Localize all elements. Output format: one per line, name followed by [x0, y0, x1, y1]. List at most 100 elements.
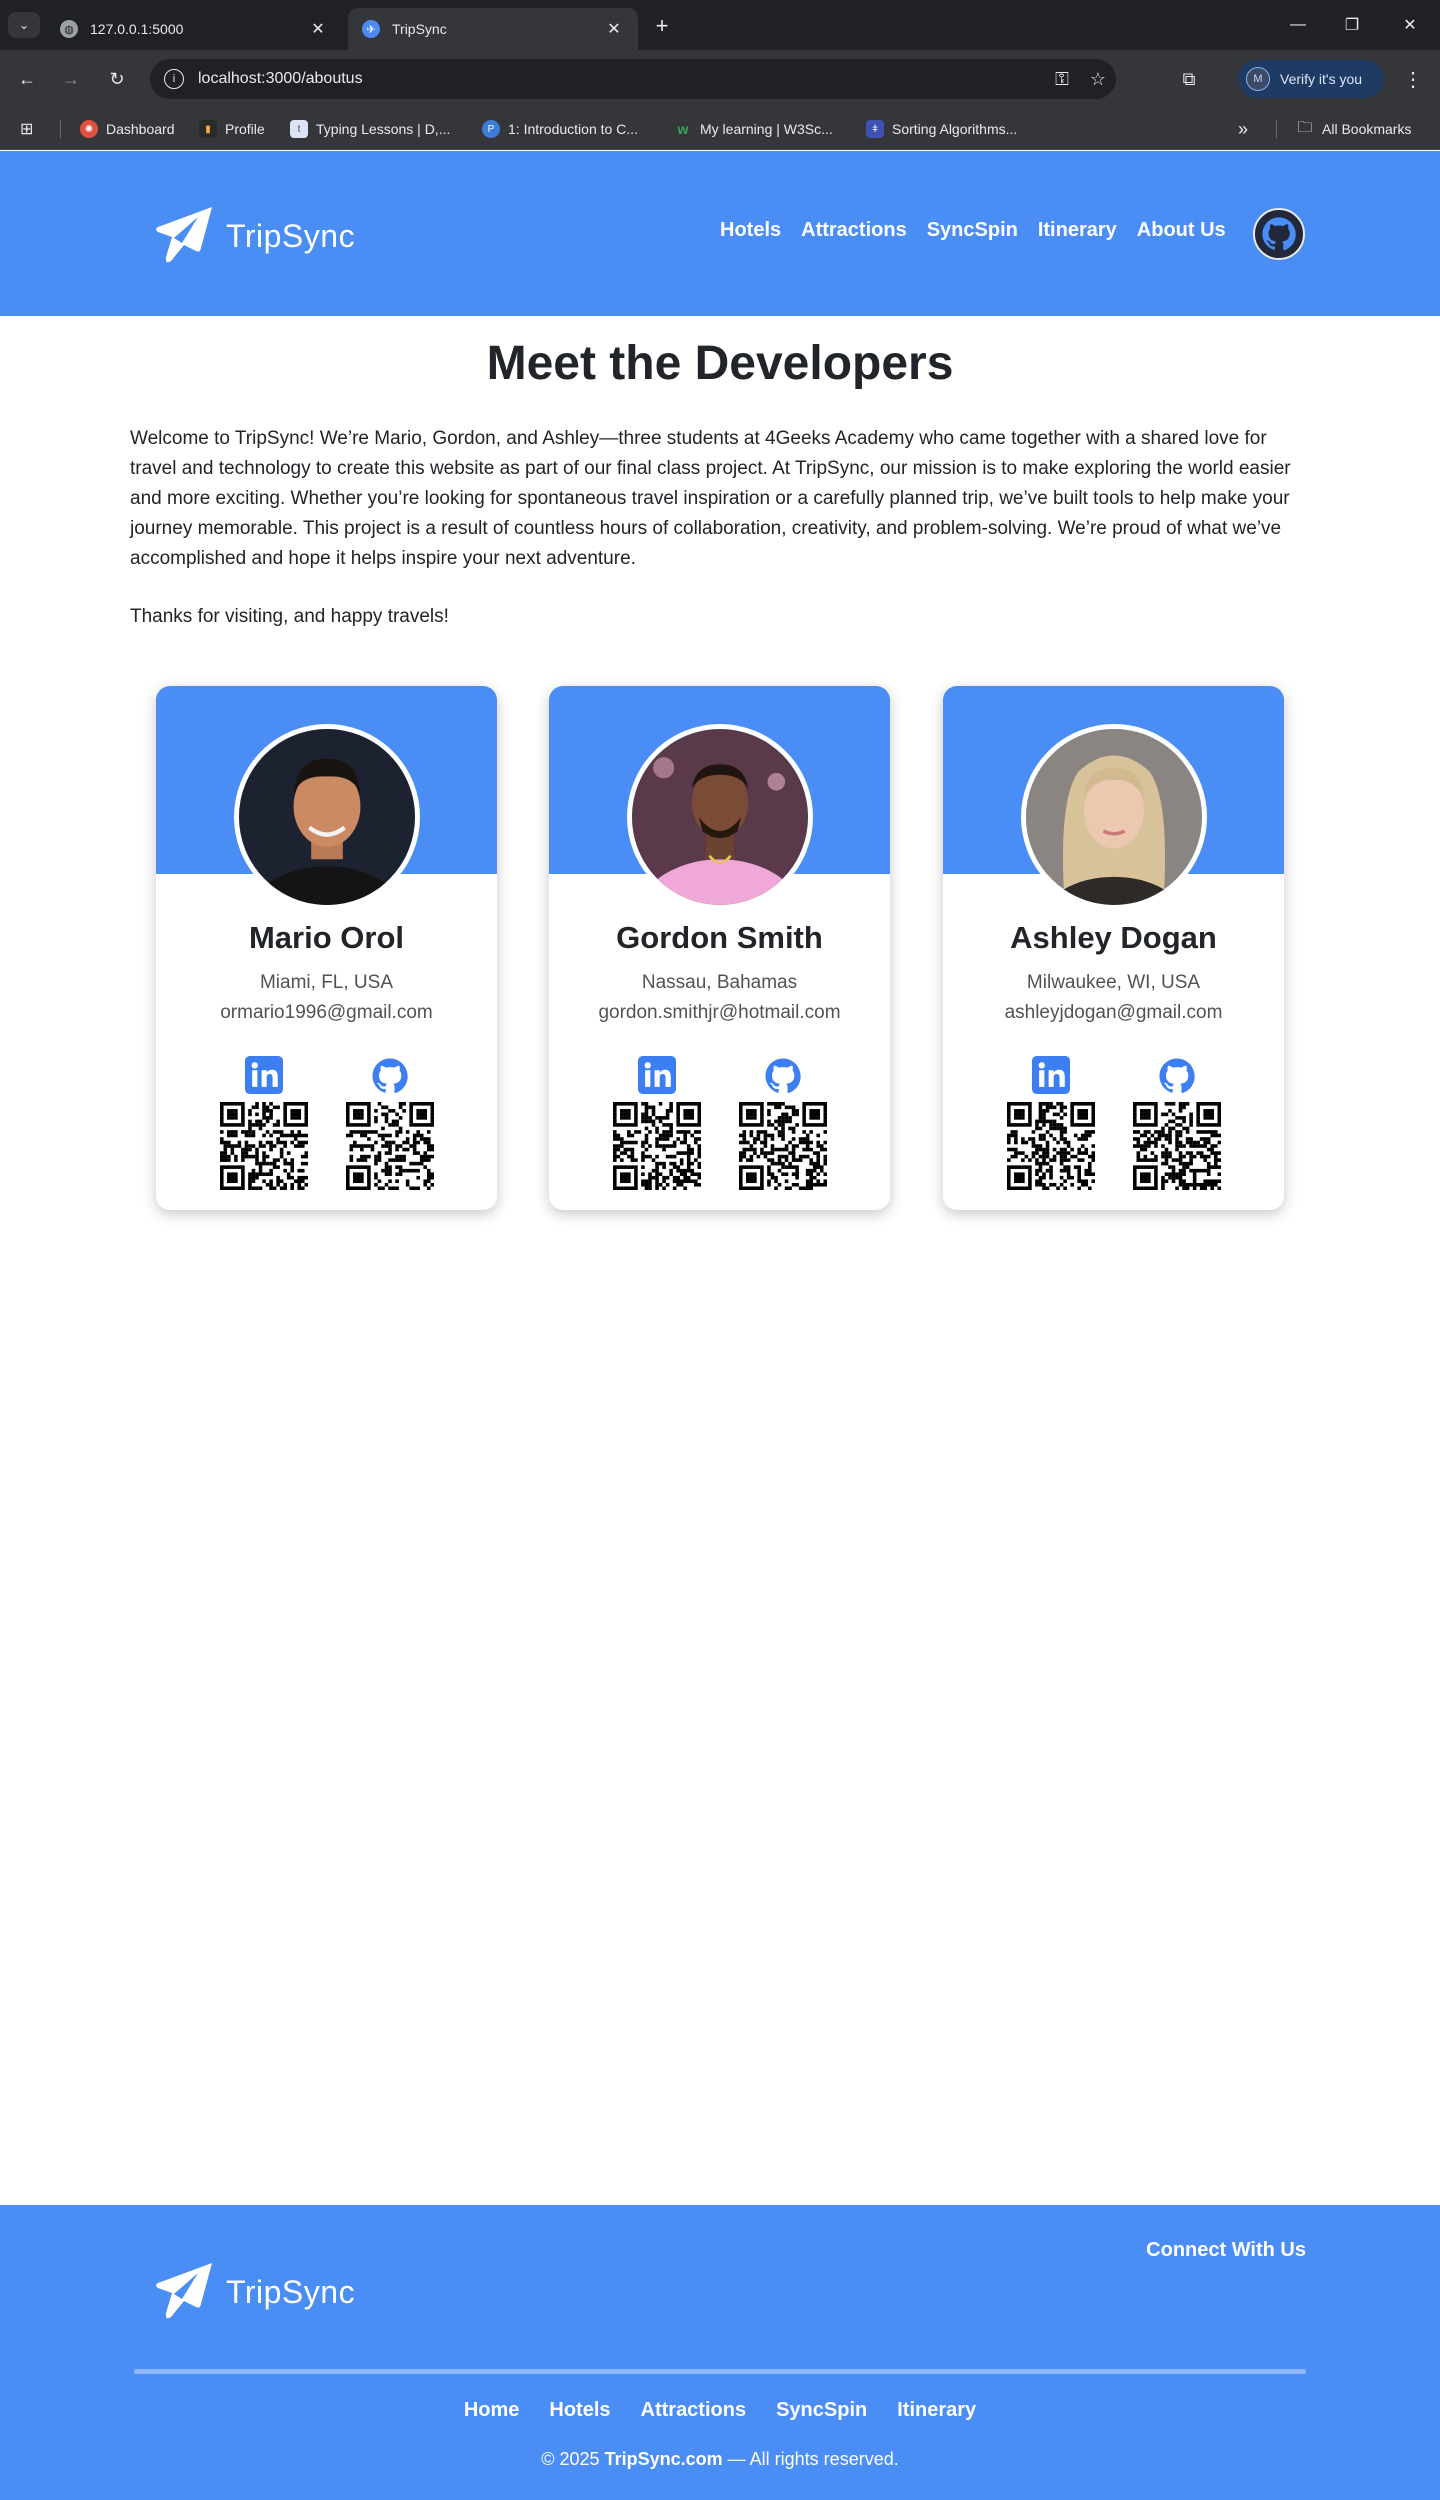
bookmark-item[interactable]: ▮ Profile [199, 119, 265, 139]
intro-paragraph: Welcome to TripSync! We’re Mario, Gordon… [130, 428, 1291, 569]
forward-icon[interactable]: → [56, 64, 86, 94]
more-bookmarks-icon[interactable]: » [1238, 119, 1248, 139]
nav-attractions[interactable]: Attractions [801, 219, 907, 242]
tripsync-favicon-icon: ✈ [362, 20, 380, 38]
bookmark-item[interactable]: P 1: Introduction to C... [482, 119, 638, 139]
developer-card-gordon: Gordon Smith Nassau, Bahamas gordon.smit… [549, 686, 890, 1210]
developer-name: Mario Orol [248, 920, 404, 955]
linkedin-icon[interactable] [638, 1056, 676, 1094]
close-icon[interactable]: ✕ [308, 19, 328, 39]
tab-search-button[interactable]: ⌄ [8, 12, 40, 38]
browser-tab-bar: ⌄ ◍ 127.0.0.1:5000 ✕ ✈ TripSync ✕ + — ❐ … [0, 0, 1440, 50]
tripsync-logo[interactable]: TripSync [152, 2259, 355, 2325]
copyright-prefix: © 2025 [541, 2449, 600, 2469]
developer-name: Ashley Dogan [1010, 920, 1217, 955]
close-window-icon[interactable]: ✕ [1390, 10, 1430, 40]
divider [1276, 120, 1277, 138]
bookmark-item[interactable]: ✺ Dashboard [80, 119, 175, 139]
github-icon[interactable] [1157, 1056, 1197, 1096]
close-icon[interactable]: ✕ [604, 19, 624, 39]
bookmark-label: Dashboard [106, 121, 175, 137]
paper-plane-logo-icon [156, 207, 212, 263]
github-avatar-button[interactable] [1253, 208, 1305, 260]
sorting-icon: ǂ [866, 120, 884, 138]
footer-link-home[interactable]: Home [464, 2399, 520, 2422]
linkedin-icon[interactable] [1032, 1056, 1070, 1094]
all-bookmarks-label: All Bookmarks [1322, 121, 1412, 137]
w3schools-icon: w [677, 121, 689, 137]
divider [60, 120, 61, 138]
developer-email[interactable]: ormario1996@gmail.com [156, 1002, 497, 1024]
developer-location: Nassau, Bahamas [641, 972, 798, 993]
site-header: TripSync Hotels Attractions SyncSpin Iti… [0, 151, 1440, 316]
developer-photo [234, 724, 420, 910]
reload-icon[interactable]: ↻ [102, 64, 132, 94]
password-key-icon[interactable]: ⚿ [1044, 69, 1080, 90]
bookmark-item[interactable]: t Typing Lessons | D,... [290, 119, 450, 139]
dashboard-icon: ✺ [80, 120, 98, 138]
nav-syncspin[interactable]: SyncSpin [927, 219, 1018, 242]
developer-location: Miami, FL, USA [259, 972, 394, 993]
bookmark-item[interactable]: w My learning | W3Sc... [674, 119, 833, 139]
bookmark-label: My learning | W3Sc... [700, 121, 833, 137]
folder-icon: 🗀 [1297, 118, 1313, 136]
site-footer: TripSync Connect With Us Home Hotels Att… [0, 2205, 1440, 2500]
bookmark-label: 1: Introduction to C... [508, 121, 638, 137]
verify-profile-button[interactable]: M Verify it's you [1238, 60, 1384, 98]
browser-tab-active[interactable]: ✈ TripSync ✕ [348, 8, 638, 50]
footer-divider [134, 2369, 1306, 2374]
logo-text: TripSync [226, 217, 356, 254]
developer-email[interactable]: gordon.smithjr@hotmail.com [549, 1002, 890, 1024]
bookmark-star-icon[interactable]: ☆ [1080, 69, 1116, 90]
developer-photo [1021, 724, 1207, 910]
connect-heading: Connect With Us [1146, 2239, 1306, 2261]
linkedin-qr-code[interactable] [220, 1102, 308, 1190]
linkedin-qr-code[interactable] [1007, 1102, 1095, 1190]
bar-chart-icon: ▮ [199, 120, 217, 138]
copyright: © 2025 TripSync.com — All rights reserve… [0, 2449, 1440, 2470]
footer-link-attractions[interactable]: Attractions [641, 2399, 747, 2422]
bookmark-label: Typing Lessons | D,... [316, 121, 451, 137]
minimize-icon[interactable]: — [1278, 10, 1318, 40]
verify-label: Verify it's you [1280, 71, 1363, 87]
copyright-suffix: — All rights reserved. [727, 2449, 899, 2469]
nav-about-us[interactable]: About Us [1137, 219, 1226, 242]
course-icon: P [482, 120, 500, 138]
url-text[interactable]: localhost:3000/aboutus [198, 70, 1044, 88]
extensions-icon[interactable]: ⧉ [1174, 64, 1204, 94]
footer-link-hotels[interactable]: Hotels [549, 2399, 610, 2422]
developer-email[interactable]: ashleyjdogan@gmail.com [943, 1002, 1284, 1024]
tab-title: TripSync [392, 21, 447, 37]
linkedin-qr-code[interactable] [613, 1102, 701, 1190]
apps-grid-icon[interactable]: ⊞ [20, 119, 40, 139]
thanks-paragraph: Thanks for visiting, and happy travels! [130, 606, 449, 627]
linkedin-icon[interactable] [245, 1056, 283, 1094]
developer-card-ashley: Ashley Dogan Milwaukee, WI, USA ashleyjd… [943, 686, 1284, 1210]
profile-avatar: M [1246, 67, 1270, 91]
github-icon[interactable] [763, 1056, 803, 1096]
more-menu-icon[interactable]: ⋮ [1398, 64, 1428, 94]
footer-link-syncspin[interactable]: SyncSpin [776, 2399, 867, 2422]
copyright-brand[interactable]: TripSync.com [605, 2449, 723, 2469]
nav-itinerary[interactable]: Itinerary [1038, 219, 1117, 242]
github-qr-code[interactable] [346, 1102, 434, 1190]
tripsync-logo[interactable]: TripSync [152, 203, 355, 269]
nav-hotels[interactable]: Hotels [720, 219, 781, 242]
browser-toolbar: ← → ↻ i localhost:3000/aboutus ⚿ ☆ ⧉ M V… [0, 50, 1440, 108]
new-tab-button[interactable]: + [648, 12, 676, 40]
footer-link-itinerary[interactable]: Itinerary [897, 2399, 976, 2422]
github-icon [1262, 217, 1296, 251]
developer-name: Gordon Smith [616, 920, 823, 955]
github-qr-code[interactable] [739, 1102, 827, 1190]
back-icon[interactable]: ← [12, 64, 42, 94]
github-qr-code[interactable] [1133, 1102, 1221, 1190]
all-bookmarks-button[interactable]: 🗀 All Bookmarks [1296, 119, 1411, 139]
bookmark-item[interactable]: ǂ Sorting Algorithms... [866, 119, 1017, 139]
footer-nav: Home Hotels Attractions SyncSpin Itinera… [0, 2399, 1440, 2422]
github-icon[interactable] [370, 1056, 410, 1096]
address-bar[interactable]: i localhost:3000/aboutus ⚿ ☆ [150, 59, 1116, 99]
site-info-icon[interactable]: i [164, 69, 184, 89]
browser-tab[interactable]: ◍ 127.0.0.1:5000 ✕ [46, 8, 342, 50]
developer-location: Milwaukee, WI, USA [1026, 972, 1201, 993]
restore-icon[interactable]: ❐ [1332, 10, 1372, 40]
